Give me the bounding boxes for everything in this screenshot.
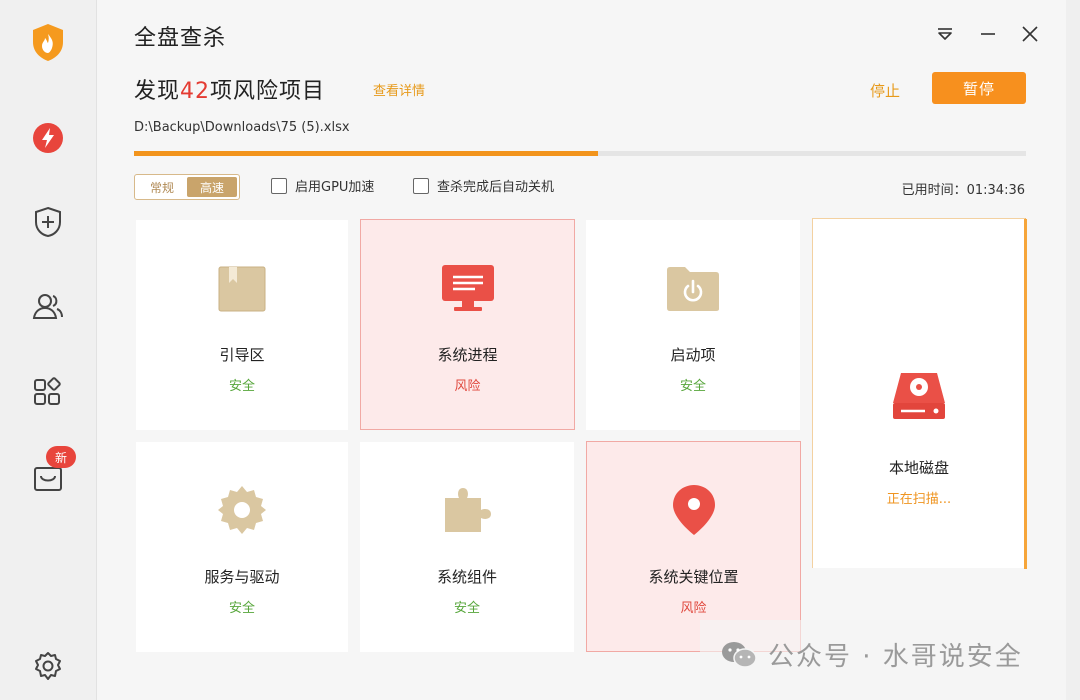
category-name: 服务与驱动 bbox=[204, 568, 280, 586]
scan-progress-fill bbox=[134, 151, 598, 156]
sidebar-item-settings[interactable] bbox=[24, 642, 72, 690]
location-pin-icon bbox=[672, 485, 715, 535]
auto-shutdown-label: 查杀完成后自动关机 bbox=[437, 180, 555, 195]
shield-plus-icon bbox=[35, 206, 61, 238]
sidebar-item-speedup[interactable] bbox=[24, 114, 72, 162]
gpu-accel-label: 启用GPU加速 bbox=[295, 180, 375, 195]
sidebar-item-home[interactable] bbox=[24, 18, 72, 66]
watermark: 公众号 · 水哥说安全 bbox=[720, 636, 1023, 673]
power-folder-icon bbox=[667, 267, 719, 311]
category-status: 安全 bbox=[453, 601, 480, 616]
menu-button[interactable] bbox=[933, 22, 957, 46]
mode-fast-option[interactable]: 高速 bbox=[187, 177, 237, 197]
category-name: 系统关键位置 bbox=[648, 568, 739, 586]
shield-flame-icon bbox=[33, 24, 63, 61]
category-name: 系统进程 bbox=[437, 346, 498, 364]
category-name: 启动项 bbox=[670, 346, 716, 364]
gpu-accel-option[interactable]: 启用GPU加速 bbox=[271, 176, 374, 195]
puzzle-icon bbox=[445, 488, 491, 532]
watermark-text: 公众号 · 水哥说安全 bbox=[768, 642, 1023, 672]
stop-button[interactable]: 停止 bbox=[870, 80, 900, 101]
auto-shutdown-option[interactable]: 查杀完成后自动关机 bbox=[413, 176, 554, 195]
category-status: 正在扫描... bbox=[886, 492, 952, 507]
sidebar: 新 bbox=[0, 0, 96, 700]
book-icon bbox=[218, 266, 266, 312]
gear-icon bbox=[35, 652, 61, 680]
category-status: 风险 bbox=[454, 379, 481, 394]
category-name: 系统组件 bbox=[436, 568, 497, 586]
headline-prefix: 发现 bbox=[134, 79, 181, 104]
category-tile-components[interactable]: 系统组件 安全 bbox=[360, 442, 574, 652]
category-status: 安全 bbox=[228, 601, 255, 616]
minimize-button[interactable] bbox=[976, 22, 1000, 46]
gear-icon bbox=[218, 486, 266, 534]
close-icon bbox=[1022, 26, 1038, 42]
current-file-path: D:\Backup\Downloads\75 (5).xlsx bbox=[134, 120, 350, 135]
new-badge: 新 bbox=[46, 446, 76, 468]
users-icon bbox=[32, 294, 63, 319]
category-status: 安全 bbox=[228, 379, 255, 394]
category-name: 引导区 bbox=[219, 346, 265, 364]
window-title: 全盘查杀 bbox=[134, 26, 227, 51]
category-status: 安全 bbox=[679, 379, 706, 394]
close-button[interactable] bbox=[1018, 22, 1042, 46]
category-tile-services[interactable]: 服务与驱动 安全 bbox=[136, 442, 348, 652]
mode-normal-option[interactable]: 常规 bbox=[137, 177, 187, 197]
auto-shutdown-checkbox[interactable] bbox=[413, 177, 429, 194]
pause-button[interactable]: 暂停 bbox=[932, 72, 1026, 104]
hard-disk-icon bbox=[893, 373, 945, 419]
category-tile-startup[interactable]: 启动项 安全 bbox=[586, 220, 800, 430]
scan-headline: 发现42项风险项目 bbox=[134, 73, 325, 105]
minimize-icon bbox=[981, 33, 995, 35]
monitor-icon bbox=[441, 265, 494, 311]
headline-suffix: 项风险项目 bbox=[210, 79, 326, 104]
lightning-icon bbox=[33, 123, 63, 153]
menu-icon bbox=[938, 28, 952, 40]
scan-window: 全盘查杀 发现42项风险项目 查看详情 停止 暂停 D:\Backup\Down… bbox=[96, 0, 1066, 700]
scan-progress-bar bbox=[134, 151, 1026, 156]
category-tile-processes[interactable]: 系统进程 风险 bbox=[360, 219, 575, 430]
elapsed-label: 已用时间： bbox=[901, 183, 967, 198]
wechat-icon bbox=[722, 641, 757, 668]
sidebar-item-repair[interactable] bbox=[24, 198, 72, 246]
elapsed-value: 01:34:36 bbox=[966, 183, 1025, 198]
elapsed-time: 已用时间：01:34:36 bbox=[902, 179, 1025, 198]
view-details-link[interactable]: 查看详情 bbox=[373, 80, 425, 99]
scan-mode-toggle: 常规 高速 bbox=[134, 174, 240, 200]
sidebar-item-new-feature[interactable]: 新 bbox=[24, 446, 76, 500]
apps-grid-icon bbox=[34, 377, 61, 405]
category-tile-local-disk[interactable]: 本地磁盘 正在扫描... bbox=[812, 218, 1027, 569]
sidebar-item-users[interactable] bbox=[24, 282, 72, 330]
category-tile-boot[interactable]: 引导区 安全 bbox=[136, 220, 348, 430]
gpu-accel-checkbox[interactable] bbox=[271, 177, 287, 194]
sidebar-item-apps[interactable] bbox=[24, 368, 72, 416]
risk-count: 42 bbox=[180, 79, 211, 104]
category-status: 风险 bbox=[680, 601, 707, 616]
category-name: 本地磁盘 bbox=[888, 459, 949, 477]
